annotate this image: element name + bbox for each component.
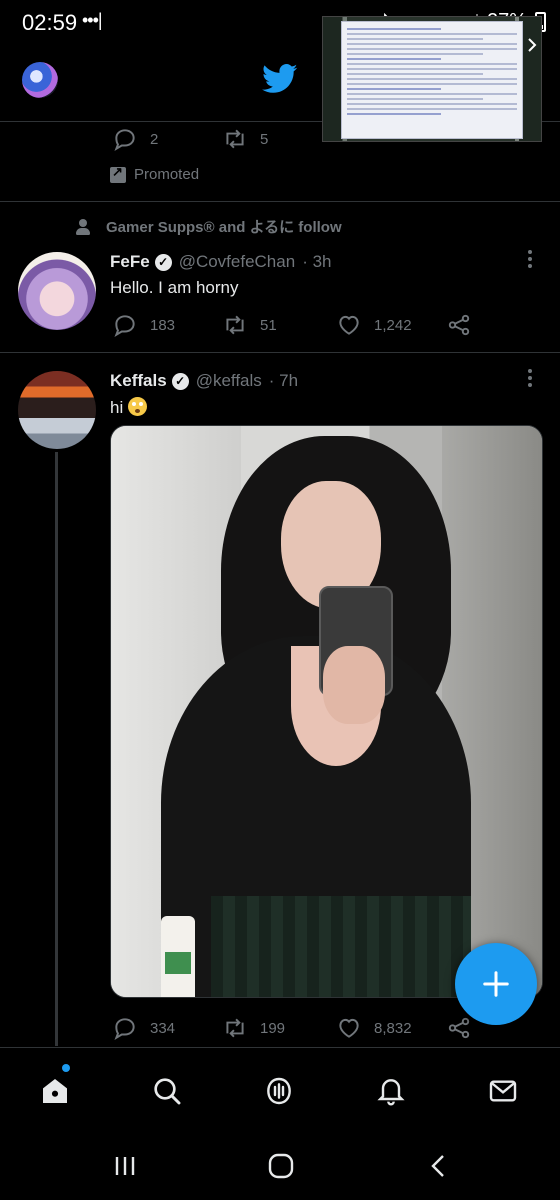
promoted-text: Promoted bbox=[134, 166, 200, 183]
retweet-count: 5 bbox=[260, 130, 269, 148]
reply-button[interactable]: 183 bbox=[112, 312, 175, 338]
plus-icon bbox=[483, 971, 509, 997]
twitter-bird-icon[interactable] bbox=[262, 64, 298, 94]
more-options-icon[interactable] bbox=[528, 369, 534, 387]
heart-icon bbox=[339, 1018, 359, 1038]
reply-count: 2 bbox=[150, 130, 159, 148]
status-notification-dots: •••| bbox=[82, 10, 103, 30]
retweet-button[interactable]: 199 bbox=[222, 1015, 285, 1041]
retweet-button[interactable]: 5 bbox=[222, 126, 268, 152]
pip-document-preview bbox=[341, 21, 523, 139]
compose-tweet-button[interactable] bbox=[455, 943, 537, 1025]
more-options-icon[interactable] bbox=[528, 250, 534, 268]
messages-icon bbox=[489, 1080, 517, 1102]
recent-apps-icon[interactable] bbox=[110, 1151, 140, 1181]
tweet-photo[interactable] bbox=[110, 425, 543, 998]
avatar[interactable] bbox=[18, 252, 96, 330]
like-button[interactable]: 8,832 bbox=[336, 1015, 412, 1041]
photo-skirt bbox=[211, 896, 471, 997]
retweet-button[interactable]: 51 bbox=[222, 312, 277, 338]
tweet-text: hi bbox=[110, 397, 147, 418]
handle[interactable]: @keffals bbox=[196, 371, 262, 391]
photo-bottle bbox=[161, 916, 195, 997]
like-count: 1,242 bbox=[374, 316, 412, 334]
nav-notifications[interactable] bbox=[374, 1074, 408, 1108]
timestamp: · 3h bbox=[302, 252, 332, 271]
profile-avatar[interactable] bbox=[22, 62, 58, 98]
retweet-icon bbox=[226, 1018, 244, 1038]
tweet-text: Hello. I am horny bbox=[110, 278, 239, 297]
share-button[interactable] bbox=[446, 312, 472, 338]
avatar[interactable] bbox=[18, 371, 96, 449]
home-circle-icon[interactable] bbox=[266, 1151, 296, 1181]
person-icon bbox=[74, 218, 92, 236]
reply-icon bbox=[114, 129, 135, 152]
reply-button[interactable]: 2 bbox=[112, 126, 158, 152]
back-icon[interactable] bbox=[424, 1151, 454, 1181]
bottom-navigation bbox=[0, 1047, 560, 1137]
display-name[interactable]: Keffals bbox=[110, 371, 167, 391]
reply-icon bbox=[114, 1018, 135, 1041]
tweet-header: Keffals ✓ @keffals · 7h bbox=[110, 371, 298, 391]
notifications-icon bbox=[377, 1079, 405, 1106]
home-new-indicator bbox=[62, 1064, 70, 1072]
nav-home[interactable] bbox=[38, 1074, 72, 1108]
timestamp: · 7h bbox=[268, 371, 299, 390]
promoted-icon bbox=[110, 164, 126, 183]
share-button[interactable] bbox=[446, 1015, 472, 1041]
promoted-label: Promoted bbox=[110, 164, 200, 183]
social-context-text: Gamer Supps® and よるに follow bbox=[106, 219, 342, 236]
tweet-fefe[interactable]: Gamer Supps® and よるに follow FeFe ✓ @Covf… bbox=[0, 202, 560, 353]
reply-count: 183 bbox=[150, 316, 176, 334]
thread-line bbox=[55, 452, 58, 1046]
photo-hand bbox=[323, 646, 385, 724]
android-navigation-bar bbox=[0, 1137, 560, 1200]
verified-icon: ✓ bbox=[154, 253, 172, 271]
like-button[interactable]: 1,242 bbox=[336, 312, 412, 338]
tweet-header: FeFe ✓ @CovfefeChan · 3h bbox=[110, 252, 331, 272]
home-icon bbox=[43, 1079, 67, 1103]
retweet-icon bbox=[226, 315, 244, 335]
search-icon bbox=[154, 1078, 181, 1105]
social-context: Gamer Supps® and よるに follow bbox=[74, 216, 342, 237]
retweet-count: 51 bbox=[260, 316, 277, 334]
picture-in-picture-video[interactable] bbox=[322, 16, 542, 142]
like-count: 8,832 bbox=[374, 1019, 412, 1037]
retweet-count: 199 bbox=[260, 1019, 286, 1037]
retweet-icon bbox=[226, 129, 244, 149]
share-icon bbox=[448, 314, 470, 336]
heart-icon bbox=[339, 315, 359, 335]
share-icon bbox=[448, 1017, 470, 1039]
handle[interactable]: @CovfefeChan bbox=[179, 252, 296, 272]
status-time: 02:59 bbox=[22, 10, 78, 35]
nav-search[interactable] bbox=[150, 1074, 184, 1108]
flushed-emoji-icon bbox=[127, 397, 147, 416]
verified-icon: ✓ bbox=[171, 372, 189, 390]
reply-button[interactable]: 334 bbox=[112, 1015, 175, 1041]
nav-messages[interactable] bbox=[486, 1074, 520, 1108]
spaces-icon bbox=[267, 1077, 291, 1105]
reply-count: 334 bbox=[150, 1019, 176, 1037]
display-name[interactable]: FeFe bbox=[110, 252, 150, 272]
chevron-right-icon[interactable] bbox=[527, 37, 537, 53]
nav-spaces[interactable] bbox=[262, 1074, 296, 1108]
reply-icon bbox=[114, 315, 135, 338]
tweet-text-content: hi bbox=[110, 398, 124, 417]
